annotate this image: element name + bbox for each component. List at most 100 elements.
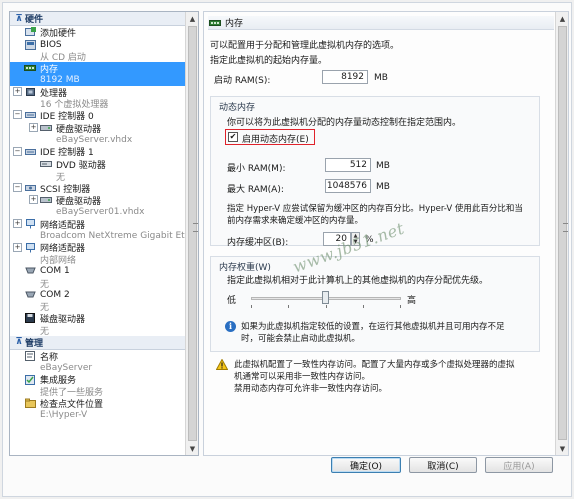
add-hardware-icon [24, 27, 36, 37]
collapse-icon[interactable]: − [13, 146, 22, 156]
sidebar-sub-name: eBayServer [40, 363, 93, 373]
enable-dynamic-memory-checkbox[interactable]: ✔ [228, 132, 238, 142]
startup-ram-label: 启动 RAM(S): [214, 76, 271, 86]
tree-scrollbar[interactable]: ▲ ▼ [185, 12, 198, 455]
name-icon [24, 350, 36, 361]
expand-icon[interactable]: + [29, 195, 38, 205]
scroll-thumb[interactable] [558, 26, 568, 440]
com-port-icon [24, 266, 36, 276]
enable-dynamic-memory-label[interactable]: 启用动态内存(E) [242, 132, 309, 145]
hard-drive-icon [40, 123, 52, 133]
sidebar-sub-diskette: 无 [40, 326, 50, 337]
max-ram-unit: MB [376, 182, 390, 192]
slider-tick [251, 305, 252, 308]
scroll-thumb[interactable] [188, 26, 198, 441]
processor-icon [24, 87, 36, 97]
weight-high-label: 高 [407, 296, 417, 306]
memory-icon [208, 19, 222, 27]
slider-tick [363, 305, 364, 308]
memory-weight-slider-thumb[interactable] [322, 291, 329, 304]
sidebar-item-hard-drive-1[interactable]: + 硬盘驱动器 [10, 122, 186, 135]
sidebar-sub-com2: 无 [40, 303, 50, 314]
slider-tick [326, 305, 327, 308]
memory-weight-title: 内存权重(W) [219, 263, 271, 273]
scroll-up-icon[interactable]: ▲ [556, 12, 568, 25]
slider-tick [288, 305, 289, 308]
network-adapter-icon [24, 218, 36, 229]
com-port-icon [24, 290, 36, 300]
collapse-icon[interactable]: ⊼ [13, 337, 25, 347]
expand-icon[interactable]: + [29, 122, 38, 132]
dynamic-memory-group: 动态内存 你可以将为此虚拟机分配的内存量动态控制在指定范围内。 ✔ 启用动态内存… [210, 96, 540, 248]
memory-settings-panel: 内存 可以配置用于分配和管理此虚拟机内存的选项。 指定此虚拟机的起始内存量。 启… [203, 11, 569, 456]
sidebar-sub-processor: 16 个虚拟处理器 [40, 100, 109, 111]
integration-services-icon [24, 374, 36, 385]
memory-icon [24, 63, 36, 73]
vm-settings-window: ⊼ 硬件 添加硬件 BIOS 从 CD 启动 内存 8192 MB + 处理器 … [2, 2, 572, 497]
memory-weight-group: 内存权重(W) 指定此虚拟机相对于此计算机上的其他虚拟机的内存分配优先级。 低 … [210, 256, 540, 352]
buffer-desc-2: 前内存需求来确定缓冲区的内存量。 [227, 216, 364, 226]
sidebar-item-checkpoint-location[interactable]: 检查点文件位置 [10, 397, 186, 410]
startup-ram-input[interactable]: 8192 [322, 70, 368, 84]
expand-icon[interactable]: + [13, 242, 22, 252]
sidebar-sub-network-2: 内部网络 [40, 256, 77, 267]
panel-scrollbar[interactable]: ▲ ▼ [555, 12, 568, 455]
expand-icon[interactable]: + [13, 86, 22, 96]
sidebar-sub-memory: 8192 MB [10, 74, 186, 86]
hardware-section-header[interactable]: ⊼ 硬件 [10, 12, 186, 26]
sidebar-sub-network-1: Broadcom NetXtreme Gigabit Et... [40, 231, 194, 242]
sidebar-sub-com1: 无 [40, 279, 50, 290]
sidebar-item-diskette[interactable]: 磁盘驱动器 [10, 312, 186, 325]
buffer-desc-1: 指定 Hyper-V 应尝试保留为缓冲区的内存百分比。Hyper-V 使用此百分… [227, 204, 523, 214]
sidebar-item-memory[interactable]: 内存 [10, 62, 186, 75]
weight-low-label: 低 [227, 296, 237, 306]
bios-icon [24, 39, 36, 50]
weight-info-1: 如果为此虚拟机指定较低的设置，在运行其他虚拟机并且可用内存不足 [241, 322, 505, 332]
min-ram-unit: MB [376, 161, 390, 171]
sidebar-item-scsi[interactable]: − SCSI 控制器 [10, 182, 186, 195]
sidebar-item-ide-1[interactable]: − IDE 控制器 1 [10, 146, 186, 158]
dynamic-memory-title: 动态内存 [219, 103, 256, 113]
scroll-down-icon[interactable]: ▼ [556, 442, 568, 455]
sidebar-item-hard-drive-2[interactable]: + 硬盘驱动器 [10, 194, 186, 207]
dvd-drive-icon [40, 159, 52, 169]
sidebar-item-bios[interactable]: BIOS [10, 39, 186, 52]
memory-desc-2: 指定此虚拟机的起始内存量。 [210, 56, 328, 66]
ide-controller-icon [24, 147, 36, 157]
max-ram-input[interactable]: 1048576 [325, 179, 371, 193]
scroll-down-icon[interactable]: ▼ [186, 442, 198, 455]
memory-buffer-label: 内存缓冲区(B): [227, 238, 289, 248]
sidebar-sub-integration-services: 提供了一些服务 [40, 388, 104, 399]
collapse-icon[interactable]: ⊼ [13, 14, 25, 24]
diskette-icon [24, 313, 36, 324]
min-ram-input[interactable]: 512 [325, 158, 371, 172]
sidebar-item-add-hardware[interactable]: 添加硬件 [10, 26, 186, 39]
slider-tick [400, 305, 401, 308]
checkpoint-folder-icon [24, 398, 36, 409]
collapse-icon[interactable]: − [13, 110, 22, 120]
management-section-header[interactable]: ⊼ 管理 [10, 335, 186, 350]
cancel-button[interactable]: 取消(C) [409, 457, 477, 473]
sidebar-item-ide-0[interactable]: − IDE 控制器 0 [10, 109, 186, 122]
sidebar-item-network-2[interactable]: + 网络适配器 [10, 242, 186, 254]
sidebar-item-com1[interactable]: COM 1 [10, 265, 186, 278]
min-ram-label: 最小 RAM(M): [227, 164, 286, 174]
numa-warning-1: 此虚拟机配置了一致性内存访问。配置了大量内存或多个虚拟处理器的虚拟 [234, 360, 515, 370]
sidebar-item-network-1[interactable]: + 网络适配器 [10, 218, 186, 231]
dynamic-memory-desc: 你可以将为此虚拟机分配的内存量动态控制在指定范围内。 [227, 118, 462, 128]
apply-button[interactable]: 应用(A) [485, 457, 553, 473]
scroll-up-icon[interactable]: ▲ [186, 12, 198, 25]
sidebar-item-dvd-drive[interactable]: DVD 驱动器 [10, 158, 186, 171]
sidebar-item-name[interactable]: 名称 [10, 350, 186, 363]
sidebar-sub-checkpoint-location: E:\Hyper-V [40, 410, 88, 421]
hardware-tree: ⊼ 硬件 添加硬件 BIOS 从 CD 启动 内存 8192 MB + 处理器 … [9, 11, 199, 456]
panel-title: 内存 [208, 16, 554, 30]
collapse-icon[interactable]: − [13, 182, 22, 192]
info-icon: i [225, 321, 236, 332]
scsi-controller-icon [24, 183, 36, 193]
sidebar-sub-dvd-drive: 无 [56, 172, 66, 183]
ok-button[interactable]: 确定(O) [331, 457, 401, 473]
sidebar-sub-hard-drive-1: eBayServer.vhdx [56, 135, 133, 146]
expand-icon[interactable]: + [13, 218, 22, 228]
sidebar-item-com2[interactable]: COM 2 [10, 289, 186, 302]
